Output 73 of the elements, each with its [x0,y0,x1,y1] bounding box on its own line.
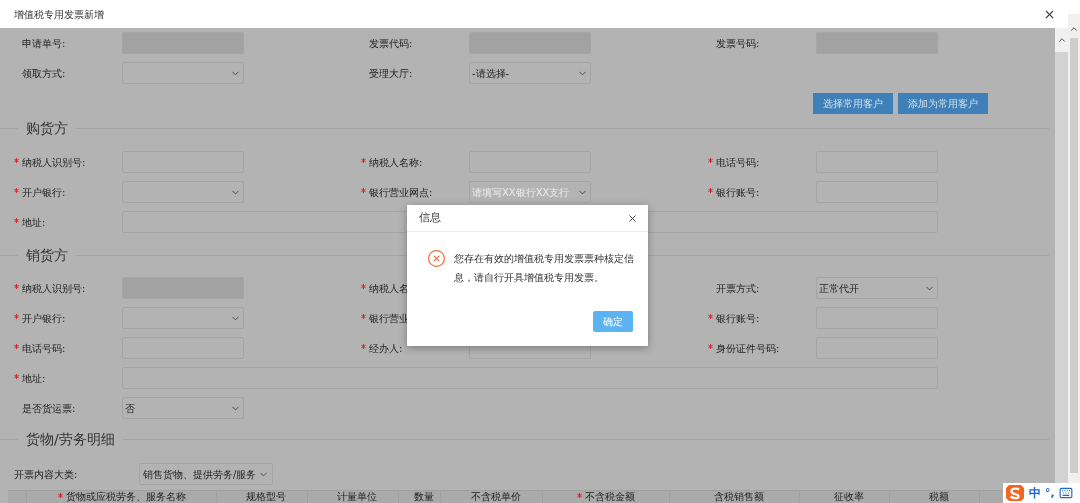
scroll-up-icon[interactable] [1069,24,1079,34]
field-label: 电话号码: [716,155,760,170]
field-label: 受理大厅: [369,66,413,81]
action-button[interactable]: 选择常用客户 [813,92,893,114]
required-asterisk-icon [361,344,366,349]
required-asterisk-icon [361,188,366,193]
required-asterisk-icon [14,218,19,223]
field-label: 纳税人名 [369,281,409,296]
ime-punctuation[interactable]: °, [1045,484,1055,502]
field-label: 领取方式: [22,66,66,81]
required-asterisk-icon [361,284,366,289]
field-label: 经办人: [369,341,403,356]
field-label: 纳税人识别号: [22,155,86,170]
section-title: 货物/劳务明细 [25,429,116,449]
field-label: 地址: [22,371,46,386]
required-asterisk-icon [361,314,366,319]
field-label: 发票代码: [369,36,413,51]
column-label: 税额 [928,491,949,503]
required-asterisk-icon [361,158,366,163]
select-field[interactable]: 否 [122,397,244,419]
section-title: 销货方 [25,245,69,265]
field-label: 开户银行: [22,311,66,326]
keyboard-icon[interactable] [1058,486,1073,500]
required-asterisk-icon [708,188,713,193]
select-field[interactable] [122,307,244,329]
required-asterisk-icon [14,284,19,289]
required-asterisk-icon [14,314,19,319]
field-label: 银行账号: [716,311,760,326]
field-label: 身份证件号码: [716,341,780,356]
field-label: 银行账号: [716,185,760,200]
column-label: 规格型号 [246,491,286,503]
required-asterisk-icon [708,314,713,319]
ime-logo-icon[interactable] [1005,484,1025,502]
column-label: 含税销售额 [713,491,764,503]
field-label: 开票方式: [716,281,760,296]
close-icon[interactable] [627,212,638,224]
scroll-up-icon[interactable] [1056,35,1067,45]
field-label: 纳税人识别号: [22,281,86,296]
select-field[interactable]: -请选择- [469,62,591,84]
field-label: 是否货运票: [22,401,76,416]
column-label: 不含税单价 [470,491,521,503]
required-asterisk-icon [57,493,63,498]
column-label: 征收率 [833,491,864,503]
window-title: 增值税专用发票新增 [14,7,104,22]
column-label: 不含税金额 [585,491,635,503]
dialog-title: 信息 [419,209,441,226]
column-label: 货物或应税劳务、服务名称 [65,491,186,503]
required-asterisk-icon [14,344,19,349]
field-label: 申请单号: [22,36,66,51]
required-asterisk-icon [708,344,713,349]
ime-mode[interactable]: 中 [1029,484,1041,502]
required-asterisk-icon [708,158,713,163]
action-button[interactable]: 添加为常用客户 [898,92,988,114]
column-label: 计量单位 [337,491,377,503]
required-asterisk-icon [14,374,19,379]
field-label: 地址: [22,215,46,230]
required-asterisk-icon [577,493,582,498]
field-label: 银行营业网点: [369,185,433,200]
select-field[interactable]: 销售货物、提供劳务/服务 [139,463,273,485]
field-label: 发票号码: [716,36,760,51]
select-field[interactable]: 正常代开 [816,277,938,299]
field-label: 开户银行: [22,185,66,200]
section-title: 购货方 [25,118,69,138]
dialog-message: 您存在有效的增值税专用发票票种核定信息，请自行开具增值税专用发票。 [454,252,635,285]
field-label: 纳税人名称: [369,155,423,170]
error-icon [427,249,446,268]
required-asterisk-icon [14,188,19,193]
select-field[interactable] [122,181,244,203]
required-asterisk-icon [14,158,19,163]
field-label: 电话号码: [22,341,66,356]
field-label: 开票内容大类: [14,467,79,482]
select-field[interactable] [122,62,244,84]
column-label: 数量 [413,491,434,503]
